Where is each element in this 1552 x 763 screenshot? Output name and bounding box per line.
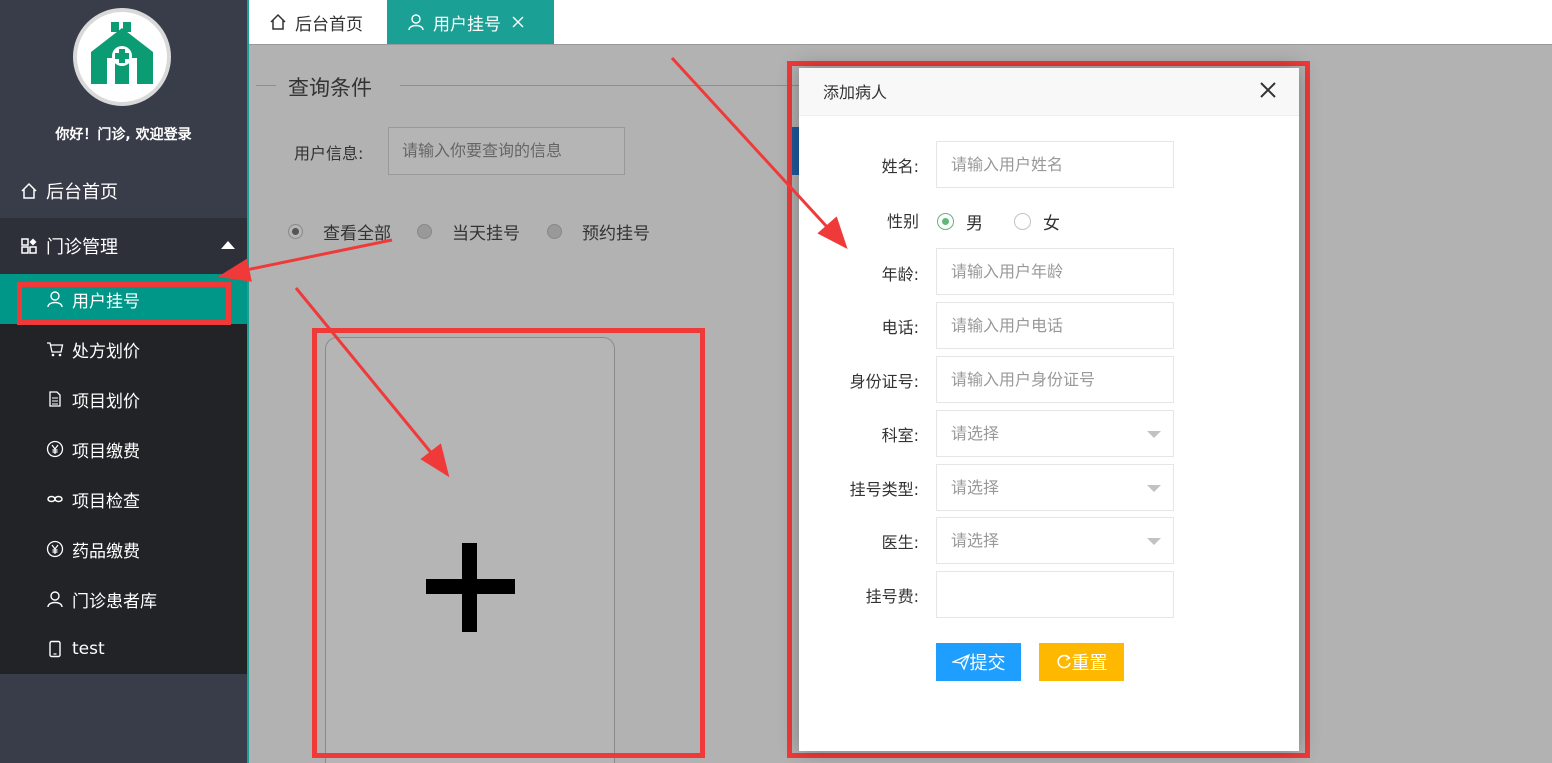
age-label: 年龄:: [881, 265, 919, 284]
reset-label: 重置: [1071, 653, 1108, 674]
reg-type-value: 请选择: [951, 478, 1000, 497]
cart-icon: [47, 342, 64, 357]
link-icon: [47, 495, 63, 503]
caret-up-icon: [221, 241, 235, 249]
tab-label: 后台首页: [295, 14, 363, 35]
reg-type-label: 挂号类型:: [849, 480, 919, 499]
filter-reserved[interactable]: 预约挂号: [547, 219, 650, 244]
tab-registration[interactable]: 用户挂号: [387, 0, 554, 44]
id-input[interactable]: 请输入用户身份证号: [936, 356, 1174, 403]
gender-label: 性别: [886, 212, 919, 231]
sidebar-item-item-pricing[interactable]: 项目划价: [0, 374, 247, 424]
phone-label: 电话:: [881, 318, 919, 337]
sidebar-item-label: 项目缴费: [72, 441, 140, 462]
dept-value: 请选择: [951, 424, 1000, 443]
age-input[interactable]: 请输入用户年龄: [936, 248, 1174, 295]
fee-input[interactable]: [936, 571, 1174, 618]
dept-select[interactable]: 请选择: [936, 410, 1174, 457]
content-divider: [249, 44, 1552, 45]
chevron-down-icon: [1147, 431, 1161, 438]
query-legend: 查询条件: [288, 76, 372, 100]
submenu: 用户挂号 处方划价 项目划价 项目缴费 项目检查 药品缴费 门诊患者库 test: [0, 274, 247, 674]
doctor-label: 医生:: [881, 533, 919, 552]
home-icon: [21, 182, 37, 199]
gender-female[interactable]: 女: [1014, 209, 1060, 234]
sidebar-item-drug-payment[interactable]: 药品缴费: [0, 524, 247, 574]
dept-label: 科室:: [881, 426, 919, 445]
close-icon[interactable]: [511, 15, 525, 29]
filter-today[interactable]: 当天挂号: [417, 219, 520, 244]
nav-group-label: 门诊管理: [46, 237, 118, 258]
sidebar-item-prescription[interactable]: 处方划价: [0, 324, 247, 374]
annotation-box: [17, 282, 231, 325]
tab-home[interactable]: 后台首页: [249, 0, 387, 44]
doctor-select[interactable]: 请选择: [936, 517, 1174, 564]
phone-icon: [49, 640, 61, 658]
person-icon: [47, 591, 63, 608]
filter-label: 当天挂号: [452, 224, 520, 244]
apps-icon: [21, 238, 37, 254]
modal-header: 添加病人: [799, 68, 1299, 116]
send-icon: [951, 654, 970, 670]
submit-label: 提交: [969, 653, 1006, 674]
welcome-text: 你好！门诊, 欢迎登录: [55, 127, 192, 143]
sidebar-item-label: 处方划价: [72, 341, 140, 362]
home-icon: [270, 13, 286, 30]
doctor-value: 请选择: [951, 531, 1000, 550]
nav-home-label: 后台首页: [46, 182, 118, 203]
user-info-label: 用户信息:: [294, 144, 364, 163]
close-icon[interactable]: [1257, 79, 1279, 101]
fieldset-border: [400, 85, 800, 86]
radio-icon[interactable]: [417, 224, 432, 239]
filter-all[interactable]: 查看全部: [288, 219, 391, 244]
sidebar-item-patient-db[interactable]: 门诊患者库: [0, 574, 247, 624]
user-info-input[interactable]: 请输入你要查询的信息: [388, 127, 625, 175]
sidebar-item-item-payment[interactable]: 项目缴费: [0, 424, 247, 474]
sidebar: 你好！门诊, 欢迎登录 后台首页 门诊管理 用户挂号 处方划价 项目划价 项目缴…: [0, 0, 247, 763]
modal-title: 添加病人: [823, 83, 888, 102]
submit-button[interactable]: 提交: [936, 643, 1021, 681]
gender-female-label: 女: [1043, 214, 1060, 234]
fee-label: 挂号费:: [865, 587, 919, 606]
id-label: 身份证号:: [849, 372, 919, 391]
annotation-box: [312, 328, 705, 758]
sidebar-item-item-check[interactable]: 项目检查: [0, 474, 247, 524]
user-icon: [408, 14, 424, 31]
fieldset-border: [256, 85, 276, 86]
sidebar-edge: [247, 0, 249, 763]
radio-icon[interactable]: [547, 224, 562, 239]
tab-bar: 后台首页 用户挂号: [249, 0, 1552, 44]
document-icon: [49, 391, 61, 407]
phone-input[interactable]: 请输入用户电话: [936, 302, 1174, 349]
yen-icon: [46, 440, 64, 458]
radio-icon[interactable]: [1014, 213, 1031, 230]
filter-label: 查看全部: [323, 224, 391, 244]
name-label: 姓名:: [881, 157, 919, 176]
nav-group-clinic[interactable]: 门诊管理: [0, 218, 247, 274]
name-input[interactable]: 请输入用户姓名: [936, 141, 1174, 188]
radio-icon[interactable]: [937, 213, 954, 230]
sidebar-item-label: 门诊患者库: [72, 591, 157, 612]
nav-home[interactable]: 后台首页: [0, 168, 247, 214]
sidebar-item-test[interactable]: test: [0, 624, 247, 674]
sidebar-item-label: test: [72, 639, 105, 659]
add-patient-modal: 添加病人 姓名: 请输入用户姓名 性别 男 女 年龄: 请输入用户年龄 电话: …: [799, 68, 1299, 751]
hospital-logo: [73, 8, 171, 106]
reg-type-select[interactable]: 请选择: [936, 464, 1174, 511]
reset-button[interactable]: 重置: [1039, 643, 1124, 681]
gender-male-label: 男: [966, 214, 983, 234]
gender-male[interactable]: 男: [937, 209, 983, 234]
tab-label: 用户挂号: [433, 14, 501, 35]
radio-icon[interactable]: [288, 224, 303, 239]
chevron-down-icon: [1147, 538, 1161, 545]
sidebar-item-label: 项目划价: [72, 391, 140, 412]
sidebar-item-label: 药品缴费: [72, 541, 140, 562]
filter-label: 预约挂号: [582, 224, 650, 244]
annotation-arrow: [245, 238, 393, 272]
sidebar-item-label: 项目检查: [72, 491, 140, 512]
chevron-down-icon: [1147, 485, 1161, 492]
refresh-icon: [1056, 654, 1071, 669]
yen-icon: [46, 540, 64, 558]
